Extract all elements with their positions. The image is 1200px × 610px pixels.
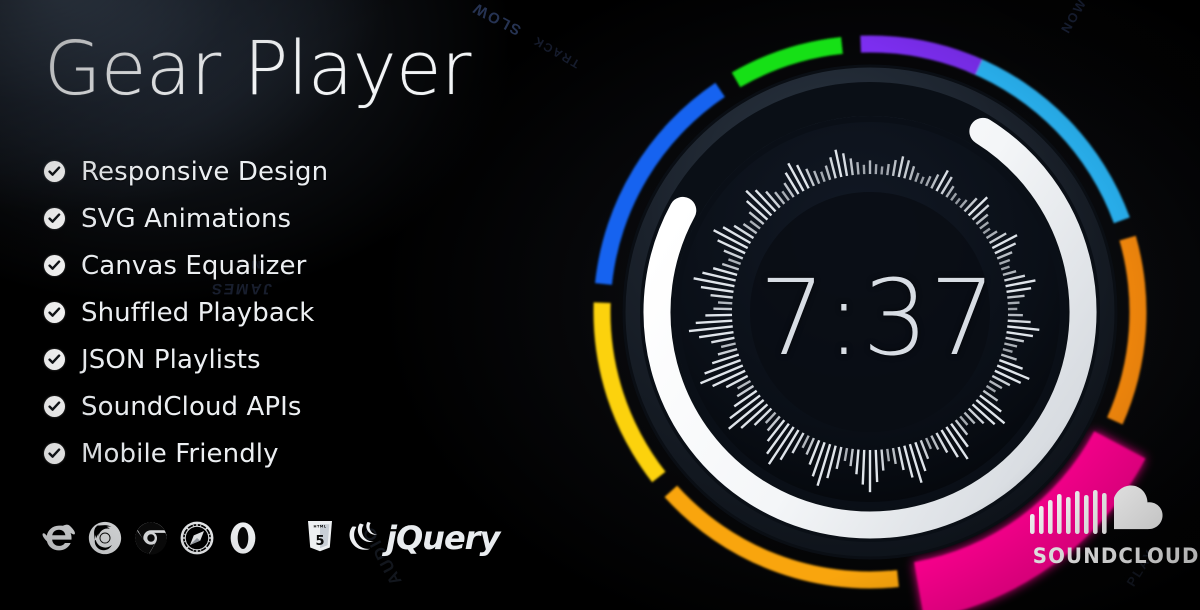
feature-item: SoundCloud APIs [44, 383, 328, 430]
check-circle-icon [44, 255, 65, 276]
jquery-icon [348, 521, 382, 555]
feature-list: Responsive Design SVG Animations Canvas Eq… [44, 148, 328, 477]
equalizer-bar [1007, 301, 1020, 305]
equalizer-bar [874, 449, 879, 483]
safari-icon [178, 519, 216, 557]
feature-item: Mobile Friendly [44, 430, 328, 477]
feature-label: Responsive Design [81, 156, 329, 187]
svg-text:5: 5 [315, 534, 324, 549]
feature-item: SVG Animations [44, 195, 328, 242]
opera-icon [224, 519, 262, 557]
soundcloud-cloud-icon [1030, 485, 1163, 534]
info-panel: Gear Player Responsive Design SVG Animati… [0, 0, 560, 610]
equalizer-bar [880, 166, 884, 175]
promo-banner: SLOW TRACK JAMES MIX AUDIO NOW PLAY Gear… [0, 0, 1200, 610]
check-circle-icon [44, 161, 65, 182]
internet-explorer-icon [40, 519, 78, 557]
feature-label: SVG Animations [81, 203, 292, 234]
jquery-badge: jQuery [348, 519, 500, 557]
html5-icon: 5 HTML [306, 521, 334, 555]
feature-label: SoundCloud APIs [81, 391, 302, 422]
equalizer-bar [856, 162, 860, 175]
feature-label: JSON Playlists [81, 344, 261, 375]
equalizer-bar [1007, 319, 1031, 324]
check-circle-icon [44, 443, 65, 464]
soundcloud-branding: SOUNDCLOUD [1028, 484, 1200, 568]
feature-label: Mobile Friendly [81, 438, 279, 469]
check-circle-icon [44, 302, 65, 323]
feature-item: Shuffled Playback [44, 289, 328, 336]
page-title: Gear Player [44, 26, 471, 112]
feature-label: Shuffled Playback [81, 297, 315, 328]
equalizer-bar [717, 301, 733, 305]
feature-label: Canvas Equalizer [81, 250, 307, 281]
check-circle-icon [44, 349, 65, 370]
time-backdrop [750, 192, 990, 432]
technology-badges: 5 HTML jQuery [40, 519, 500, 557]
jquery-label: jQuery [386, 519, 500, 557]
feature-item: Responsive Design [44, 148, 328, 195]
equalizer-bar [705, 313, 733, 317]
firefox-icon [86, 519, 124, 557]
svg-text:HTML: HTML [314, 524, 327, 528]
equalizer-bar [886, 163, 890, 176]
soundcloud-label: SOUNDCLOUD [1032, 544, 1200, 568]
feature-item: Canvas Equalizer [44, 242, 328, 289]
equalizer-bar [861, 449, 866, 485]
check-circle-icon [44, 396, 65, 417]
feature-item: JSON Playlists [44, 336, 328, 383]
check-circle-icon [44, 208, 65, 229]
chrome-icon [132, 519, 170, 557]
equalizer-bar [886, 448, 891, 462]
